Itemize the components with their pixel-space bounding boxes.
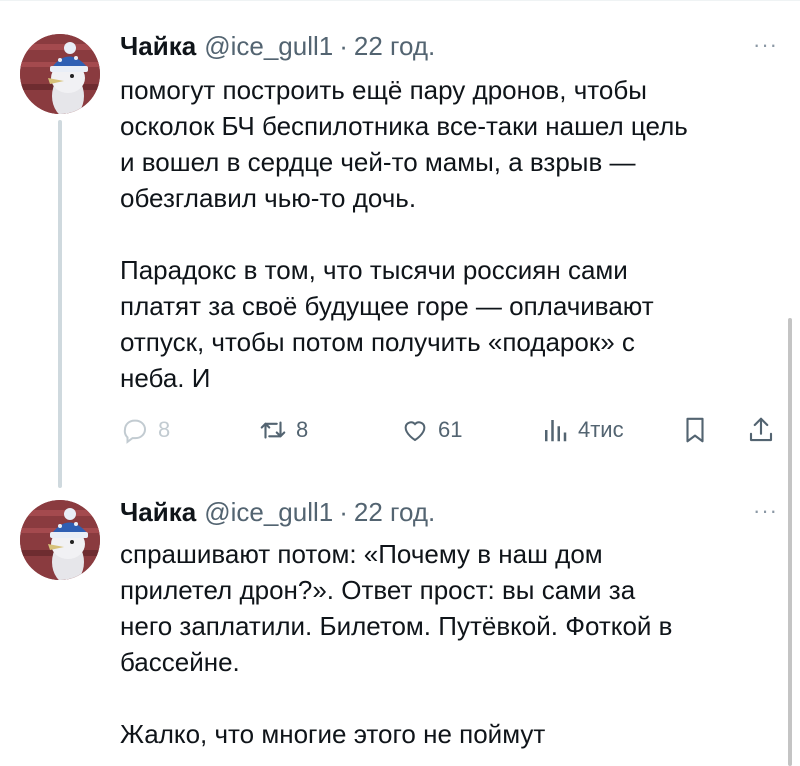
tweet-paragraph: Парадокс в том, что тысячи россиян сами … xyxy=(120,255,654,393)
share-button[interactable] xyxy=(746,410,784,450)
views-button[interactable]: 4тис xyxy=(540,410,624,450)
tweet-paragraph: Жалко, что многие этого не поймут xyxy=(120,719,546,749)
timestamp[interactable]: 22 год. xyxy=(354,31,435,62)
separator: · xyxy=(339,496,348,527)
tweet-paragraph: спрашивают потом: «Почему в наш дом прил… xyxy=(120,539,673,677)
avatar[interactable] xyxy=(20,34,100,114)
bookmark-button[interactable] xyxy=(680,410,718,450)
scrollbar[interactable] xyxy=(788,318,792,766)
avatar[interactable] xyxy=(20,500,100,580)
thread-line xyxy=(58,120,62,488)
tweet[interactable]: Чайка @ice_gull1 · 22 год. ··· помогут п… xyxy=(0,28,800,488)
repost-icon xyxy=(260,421,286,439)
tweet-actions: 8 8 61 4тис xyxy=(120,410,790,450)
repost-count: 8 xyxy=(296,417,309,442)
tweet-header: Чайка @ice_gull1 · 22 год. xyxy=(120,28,435,64)
reply-icon xyxy=(123,419,146,444)
reply-button[interactable]: 8 xyxy=(120,410,170,450)
author-handle[interactable]: @ice_gull1 xyxy=(204,31,333,62)
tweet[interactable]: Чайка @ice_gull1 · 22 год. ··· спрашиваю… xyxy=(0,494,800,766)
like-button[interactable]: 61 xyxy=(400,410,462,450)
like-count: 61 xyxy=(438,417,463,442)
tweet-header: Чайка @ice_gull1 · 22 год. xyxy=(120,494,435,530)
more-icon[interactable]: ··· xyxy=(753,498,778,524)
heart-icon xyxy=(404,421,426,442)
share-icon xyxy=(749,417,773,442)
author-handle[interactable]: @ice_gull1 xyxy=(204,497,333,528)
bookmark-icon xyxy=(686,417,704,443)
repost-button[interactable]: 8 xyxy=(258,410,308,450)
top-divider xyxy=(0,0,800,1)
separator: · xyxy=(339,30,348,61)
author-name[interactable]: Чайка xyxy=(120,31,196,62)
analytics-icon xyxy=(545,420,567,442)
views-count: 4тис xyxy=(578,417,624,442)
tweet-text: спрашивают потом: «Почему в наш дом прил… xyxy=(120,536,770,752)
author-name[interactable]: Чайка xyxy=(120,497,196,528)
tweet-paragraph: помогут построить ещё пару дронов, чтобы… xyxy=(120,75,688,213)
more-icon[interactable]: ··· xyxy=(753,32,778,58)
reply-count: 8 xyxy=(158,417,171,442)
timestamp[interactable]: 22 год. xyxy=(354,497,435,528)
tweet-text: помогут построить ещё пару дронов, чтобы… xyxy=(120,72,770,396)
